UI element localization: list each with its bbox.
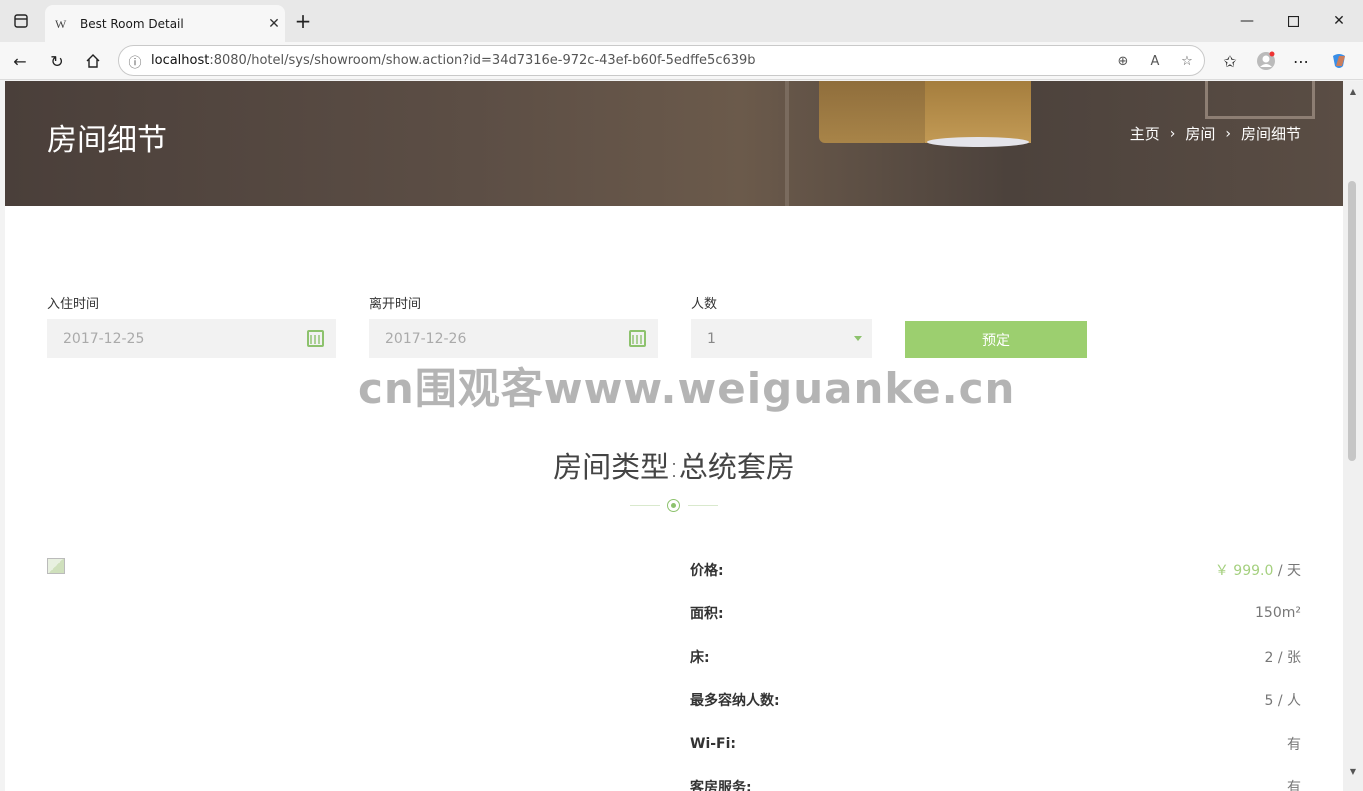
close-window-icon[interactable]: ✕ [1328,10,1350,32]
url-host: localhost [151,53,210,68]
spec-row-room-service: 客房服务: 有 [690,777,1301,791]
spec-row-beds: 床: 2 / 张 [690,647,1301,667]
watermark: cn围观客www.weiguanke.cn [358,364,1016,413]
spec-row-wifi: Wi-Fi: 有 [690,734,1301,754]
back-icon[interactable]: ← [9,50,31,72]
divider-dot-icon [667,499,680,512]
price-unit: / 天 [1273,563,1301,579]
scroll-thumb[interactable] [1348,181,1356,461]
favicon-icon: W [55,16,67,31]
url-path: :8080/hotel/sys/showroom/show.action?id=… [209,53,756,68]
checkout-label: 离开时间 [369,297,422,312]
spec-value: 有 [1287,737,1301,753]
address-bar[interactable]: ⓘ localhost:8080/hotel/sys/showroom/show… [118,45,1205,76]
title-divider [630,499,718,512]
spec-label: 床: [690,650,710,666]
checkout-value: 2017-12-26 [385,330,467,347]
browser-title-bar: W Best Room Detail ✕ + — ✕ [0,0,1363,42]
spec-value: 有 [1287,780,1301,791]
more-menu-icon[interactable]: ⋯ [1290,50,1312,72]
spec-label: Wi-Fi: [690,736,737,752]
favorite-star-icon[interactable]: ☆ [1177,51,1197,71]
home-icon[interactable] [82,50,104,72]
room-image [47,558,65,574]
spec-row-capacity: 最多容纳人数: 5 / 人 [690,690,1301,710]
page-title: 房间细节 [47,123,167,158]
scroll-down-icon[interactable]: ▼ [1348,767,1358,776]
chevron-right-icon: › [1225,125,1231,142]
tab-title: Best Room Detail [80,16,184,31]
hero-banner: 房间细节 主页 › 房间 › 房间细节 [5,81,1343,206]
calendar-icon[interactable] [307,330,324,347]
maximize-icon[interactable] [1282,10,1304,32]
chevron-down-icon [854,336,862,341]
chevron-right-icon: › [1169,125,1176,142]
checkout-date-field[interactable]: 2017-12-26 [369,319,658,358]
close-tab-icon[interactable]: ✕ [263,16,285,32]
checkin-date-field[interactable]: 2017-12-25 [47,319,336,358]
profile-avatar[interactable] [1255,50,1277,72]
spec-row-price: 价格: ￥ 999.0 / 天 [690,560,1301,580]
spec-value: 5 / 人 [1264,693,1301,709]
browser-toolbar: ← ↻ ⓘ localhost:8080/hotel/sys/showroom/… [0,42,1363,80]
price-value: ￥ 999.0 [1214,563,1274,579]
site-info-icon[interactable]: ⓘ [125,51,145,71]
room-type-title: 房间类型:总统套房 [553,450,795,484]
breadcrumb-home[interactable]: 主页 [1130,123,1160,144]
checkin-value: 2017-12-25 [63,330,145,347]
calendar-icon[interactable] [629,330,646,347]
spec-label: 最多容纳人数: [690,693,780,709]
spec-label: 面积: [690,606,724,622]
zoom-icon[interactable]: ⊕ [1113,51,1133,71]
spec-label: 价格: [690,563,724,579]
breadcrumb: 主页 › 房间 › 房间细节 [1130,123,1301,144]
checkin-label: 入住时间 [47,297,100,312]
page-scrollbar[interactable]: ▲ ▼ [1343,81,1363,791]
guests-label: 人数 [691,297,718,312]
new-tab-icon[interactable]: + [292,9,314,33]
spec-value: 2 / 张 [1264,650,1301,666]
guests-value: 1 [707,330,716,347]
breadcrumb-rooms[interactable]: 房间 [1185,123,1215,144]
minimize-icon[interactable]: — [1236,10,1258,32]
read-aloud-icon[interactable]: A [1145,51,1165,71]
browser-tab[interactable]: W Best Room Detail ✕ [45,5,285,42]
spec-value: 150m² [1255,605,1301,621]
scroll-up-icon[interactable]: ▲ [1348,87,1358,96]
page-content: 房间细节 主页 › 房间 › 房间细节 入住时间 2017-12-25 离开时间… [5,81,1343,791]
tab-actions-icon[interactable] [10,10,32,32]
breadcrumb-current: 房间细节 [1240,125,1301,143]
spec-row-area: 面积: 150m² [690,603,1301,623]
favorites-icon[interactable]: ✩ [1219,50,1241,72]
guests-select[interactable]: 1 [691,319,872,358]
spec-label: 客房服务: [690,780,752,791]
copilot-icon[interactable] [1328,50,1350,72]
refresh-icon[interactable]: ↻ [46,50,68,72]
book-button[interactable]: 预定 [905,321,1087,358]
